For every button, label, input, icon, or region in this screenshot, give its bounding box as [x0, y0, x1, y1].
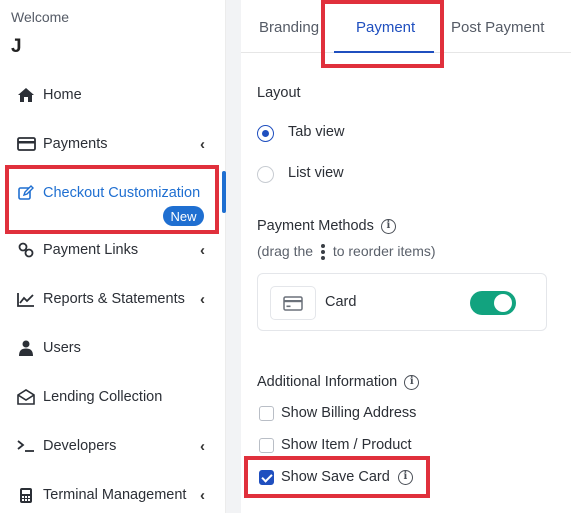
card-label: Card [325, 294, 357, 310]
terminal-device-icon [16, 485, 36, 505]
payment-methods-title: Payment Methods i [257, 218, 396, 234]
chevron-left-icon: ‹ [200, 290, 205, 308]
info-icon[interactable]: i [380, 218, 396, 234]
sidebar-item-label: Users [43, 340, 81, 356]
layout-title: Layout [257, 85, 301, 101]
hint-suffix: to reorder items) [332, 243, 436, 259]
credit-card-icon [270, 286, 316, 320]
additional-info-title: Additional Information i [257, 374, 420, 390]
hint-prefix: (drag the [257, 243, 314, 259]
chevron-left-icon: ‹ [200, 135, 205, 153]
sidebar-item-label: Home [43, 87, 82, 103]
sidebar-item-label: Reports & Statements [43, 291, 185, 307]
home-icon [16, 85, 36, 105]
main-panel: Branding Payment Post Payment Layout Tab… [241, 0, 571, 513]
drag-handle-icon [320, 244, 326, 261]
radio-tab-view[interactable] [257, 125, 274, 142]
checkbox-show-item-product[interactable] [259, 438, 274, 453]
info-icon[interactable]: i [404, 374, 420, 390]
payment-methods-label: Payment Methods [257, 218, 374, 234]
sidebar-item-payment-links[interactable]: Payment Links ‹ [0, 232, 226, 268]
sidebar-item-lending-collection[interactable]: Lending Collection [0, 379, 226, 415]
sidebar-item-label: Lending Collection [43, 389, 163, 405]
layout-gutter [226, 0, 241, 513]
sidebar-item-developers[interactable]: Developers ‹ [0, 428, 226, 464]
terminal-icon [16, 436, 36, 456]
cb-label-show-item-product: Show Item / Product [281, 437, 412, 453]
drag-hint: (drag the to reorder items) [257, 243, 436, 261]
sidebar-item-users[interactable]: Users [0, 330, 226, 366]
chevron-left-icon: ‹ [200, 437, 205, 455]
sidebar-item-reports-statements[interactable]: Reports & Statements ‹ [0, 281, 226, 317]
credit-card-icon [16, 134, 36, 154]
envelope-icon [16, 387, 36, 407]
sidebar-item-label: Payment Links [43, 242, 139, 258]
welcome-text: Welcome [11, 9, 70, 25]
radio-label-tab-view: Tab view [288, 124, 345, 140]
sidebar-item-label: Payments [43, 136, 108, 152]
highlight-box-save-card [244, 456, 430, 498]
chevron-left-icon: ‹ [200, 241, 205, 259]
radio-label-list-view: List view [288, 165, 344, 181]
radio-list-view[interactable] [257, 166, 274, 183]
tab-post-payment[interactable]: Post Payment [451, 19, 544, 36]
card-toggle[interactable] [470, 291, 516, 315]
checkbox-show-billing-address[interactable] [259, 406, 274, 421]
user-icon [16, 338, 36, 358]
chart-line-icon [16, 289, 36, 309]
link-icon [16, 240, 36, 260]
tab-branding[interactable]: Branding [259, 19, 319, 36]
payment-method-card[interactable]: Card [257, 273, 547, 331]
sidebar-item-payments[interactable]: Payments ‹ [0, 126, 226, 162]
sidebar: Welcome J Home Payments ‹ Checkout Custo… [0, 0, 226, 513]
highlight-box-checkout [5, 165, 219, 234]
sidebar-item-home[interactable]: Home [0, 77, 226, 113]
sidebar-item-label: Terminal Management [43, 487, 187, 503]
sidebar-item-label: Developers [43, 438, 117, 454]
additional-info-label: Additional Information [257, 374, 398, 390]
highlight-box-payment-tab [321, 0, 444, 68]
cb-label-show-billing-address: Show Billing Address [281, 405, 417, 421]
chevron-left-icon: ‹ [200, 486, 205, 504]
sidebar-item-terminal-management[interactable]: Terminal Management ‹ [0, 477, 226, 513]
user-initial: J [11, 36, 22, 57]
